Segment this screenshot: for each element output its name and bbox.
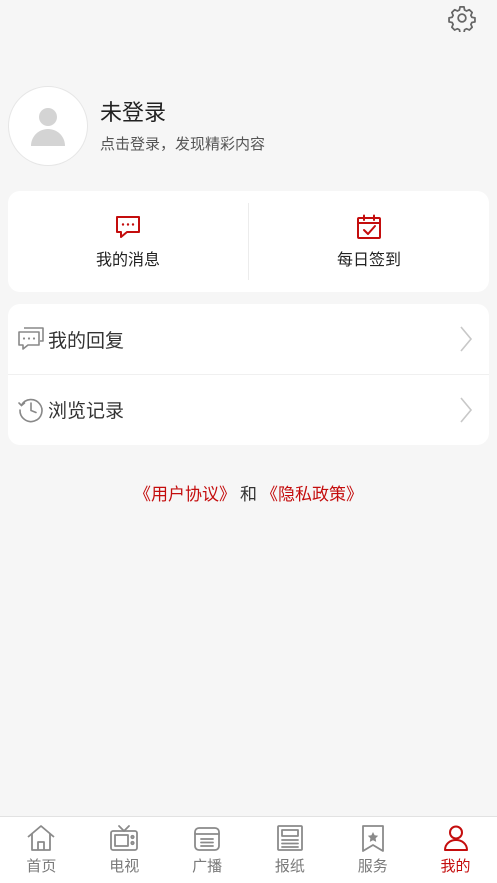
tab-radio-label: 广播 <box>192 857 223 875</box>
menu-item-my-replies[interactable]: 我的回复 <box>8 304 489 374</box>
agreement-and-text: 和 <box>240 485 257 505</box>
tab-newspaper[interactable]: 报纸 <box>248 817 331 883</box>
history-icon <box>18 398 43 422</box>
service-star-icon <box>361 825 384 852</box>
tab-tv-label: 电视 <box>109 857 140 875</box>
browse-history-label: 浏览记录 <box>48 400 125 422</box>
bottom-tab-bar: 首页 电视 广播 报纸 服务 我的 <box>0 816 497 883</box>
tv-icon <box>110 825 139 851</box>
menu-list: 我的回复 浏览记录 <box>8 304 489 445</box>
tab-home[interactable]: 首页 <box>0 817 83 883</box>
radio-icon <box>194 827 220 851</box>
message-icon <box>116 215 140 238</box>
my-replies-label: 我的回复 <box>48 329 125 352</box>
tab-services[interactable]: 服务 <box>331 817 414 883</box>
agreement-links: 《用户协议》和《隐私政策》 <box>0 480 497 505</box>
my-messages-label: 我的消息 <box>95 249 160 269</box>
settings-button[interactable] <box>447 3 477 33</box>
my-messages-button[interactable]: 我的消息 <box>8 191 248 292</box>
quick-actions-card: 我的消息 每日签到 <box>8 191 489 292</box>
avatar[interactable] <box>8 86 88 166</box>
gear-icon <box>448 6 476 32</box>
tab-mine[interactable]: 我的 <box>414 817 497 883</box>
user-icon <box>443 825 468 851</box>
menu-item-browse-history[interactable]: 浏览记录 <box>8 374 489 444</box>
profile-subtitle: 点击登录，发现精彩内容 <box>100 134 266 153</box>
profile-login-area[interactable]: 未登录 点击登录，发现精彩内容 <box>8 86 265 166</box>
privacy-policy-link[interactable]: 《隐私政策》 <box>261 485 363 505</box>
chat-bubbles-icon <box>18 327 44 350</box>
tab-newspaper-label: 报纸 <box>274 857 305 875</box>
daily-checkin-button[interactable]: 每日签到 <box>249 191 489 292</box>
chevron-right-icon <box>460 396 473 423</box>
user-placeholder-icon <box>31 108 65 146</box>
tab-services-label: 服务 <box>357 857 388 875</box>
tab-radio[interactable]: 广播 <box>166 817 249 883</box>
daily-checkin-label: 每日签到 <box>336 249 401 269</box>
profile-name: 未登录 <box>100 100 167 126</box>
newspaper-icon <box>276 825 303 851</box>
tab-home-label: 首页 <box>26 857 57 875</box>
calendar-check-icon <box>357 214 381 239</box>
user-agreement-link[interactable]: 《用户协议》 <box>134 485 236 505</box>
home-icon <box>27 825 55 851</box>
tab-mine-label: 我的 <box>440 857 471 875</box>
tab-tv[interactable]: 电视 <box>83 817 166 883</box>
chevron-right-icon <box>460 326 473 352</box>
